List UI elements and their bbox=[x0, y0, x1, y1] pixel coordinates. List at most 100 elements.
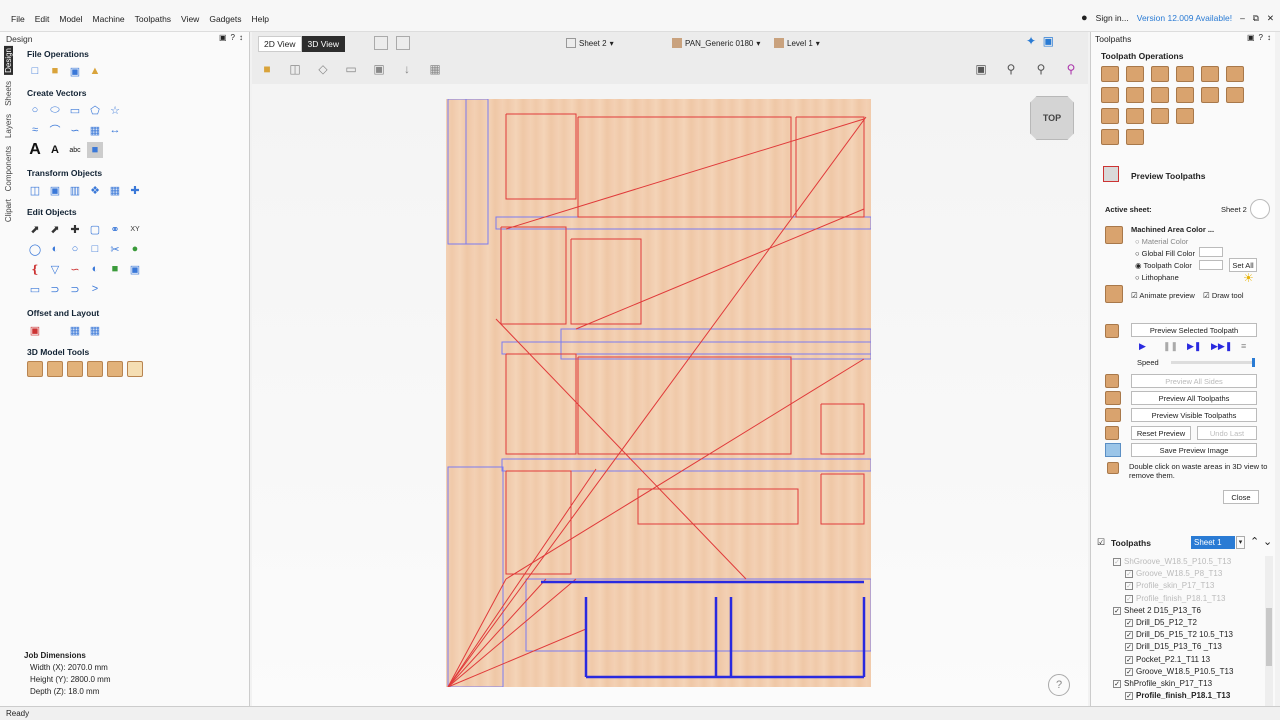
toolpath-color-picker[interactable] bbox=[1199, 260, 1223, 270]
wrap-icon[interactable] bbox=[1151, 108, 1169, 124]
model-tool-4-icon[interactable] bbox=[87, 361, 103, 377]
toolpath-visible-checkbox[interactable]: ✓ bbox=[1125, 667, 1133, 676]
menu-gadgets[interactable]: Gadgets bbox=[204, 14, 246, 24]
spline-icon[interactable]: ∽ bbox=[67, 261, 83, 277]
project-icon[interactable] bbox=[1126, 108, 1144, 124]
version-link[interactable]: Version 12.009 Available! bbox=[1137, 13, 1232, 23]
palette-icon[interactable] bbox=[1250, 199, 1270, 219]
trim-icon[interactable]: ▢ bbox=[87, 221, 103, 237]
skip-end-icon[interactable]: ▶▶❚ bbox=[1211, 341, 1232, 352]
new-job-icon[interactable]: □ bbox=[27, 63, 43, 79]
toolpath-row[interactable]: ✓ Pocket_P2.1_T11 13 bbox=[1095, 654, 1263, 666]
restore-icon[interactable]: ⧉ bbox=[1253, 13, 1259, 24]
prism-icon[interactable] bbox=[1126, 87, 1144, 103]
toolpath-row[interactable]: ✓ Groove_W18.5_P8_T13 bbox=[1095, 568, 1263, 580]
polyline-icon[interactable]: ≈ bbox=[27, 122, 43, 138]
pause-icon[interactable]: ❚❚ bbox=[1163, 341, 1178, 352]
toolpath-visible-checkbox[interactable]: ✓ bbox=[1125, 643, 1133, 652]
settings-icon[interactable]: ≡ bbox=[1241, 341, 1246, 351]
cube-view-icon[interactable]: ▣ bbox=[972, 60, 990, 78]
lithophane-option[interactable]: ○ Lithophane bbox=[1135, 273, 1179, 282]
components-view-icon[interactable]: ◫ bbox=[286, 60, 304, 78]
model-tool-2-icon[interactable] bbox=[47, 361, 63, 377]
3d-rough-icon[interactable] bbox=[1201, 66, 1219, 82]
move-down-icon[interactable]: ⌄ bbox=[1263, 535, 1272, 548]
menu-edit[interactable]: Edit bbox=[30, 14, 55, 24]
flat-view-icon[interactable]: ▭ bbox=[342, 60, 360, 78]
speed-slider[interactable] bbox=[1171, 358, 1255, 367]
menu-file[interactable]: File bbox=[6, 14, 30, 24]
node-edit-icon[interactable]: ⬈ bbox=[47, 221, 63, 237]
global-fill-option[interactable]: ○ Global Fill Color bbox=[1135, 249, 1195, 258]
vtab-design[interactable]: Design bbox=[4, 46, 13, 75]
offset-icon[interactable]: ▣ bbox=[27, 322, 43, 338]
menu-view[interactable]: View bbox=[176, 14, 204, 24]
moulding-icon[interactable] bbox=[1176, 87, 1194, 103]
texture-vector-icon[interactable]: ▦ bbox=[87, 122, 103, 138]
fillet-icon[interactable]: ● bbox=[127, 241, 143, 257]
toolpaths-scrollbar-thumb[interactable] bbox=[1266, 608, 1272, 666]
user-icon[interactable]: ● bbox=[1081, 12, 1088, 24]
toolpaths-scrollbar[interactable] bbox=[1265, 556, 1273, 706]
align-icon[interactable]: ▦ bbox=[107, 182, 123, 198]
save-preview-image-button[interactable]: Save Preview Image bbox=[1131, 443, 1257, 457]
toolpath-visible-checkbox[interactable]: ✓ bbox=[1113, 557, 1121, 566]
texture-icon[interactable] bbox=[1201, 87, 1219, 103]
arc-icon[interactable]: ⌒ bbox=[47, 122, 63, 138]
toolpath-visible-checkbox[interactable]: ✓ bbox=[1113, 679, 1121, 688]
vtab-clipart[interactable]: Clipart bbox=[4, 197, 13, 224]
solid-view-icon[interactable]: ■ bbox=[258, 60, 276, 78]
import-icon[interactable]: ▲ bbox=[87, 63, 103, 79]
animate-preview-checkbox[interactable]: ☑ Animate preview bbox=[1131, 291, 1195, 300]
pin-panel-icon[interactable]: ▣ bbox=[219, 33, 227, 42]
chevron-down-icon[interactable]: ▾ bbox=[1236, 536, 1245, 549]
preview-all-toolpaths-button[interactable]: Preview All Toolpaths bbox=[1131, 391, 1257, 405]
profile-toolpath-icon[interactable] bbox=[1101, 66, 1119, 82]
rotate-icon[interactable]: ▥ bbox=[67, 182, 83, 198]
close-icon[interactable]: ✕ bbox=[1267, 13, 1274, 24]
curve-fit-icon[interactable]: ⊃ bbox=[67, 281, 83, 297]
intersect-icon[interactable]: ○ bbox=[67, 241, 83, 257]
toolpath-visible-checkbox[interactable]: ✓ bbox=[1125, 692, 1133, 701]
toolpath-row[interactable]: ✓ Drill_D5_P12_T2 bbox=[1095, 617, 1263, 629]
preview-selected-button[interactable]: Preview Selected Toolpath bbox=[1131, 323, 1257, 337]
scissors-icon[interactable]: ✂ bbox=[107, 241, 123, 257]
subtract-icon[interactable]: ◐ bbox=[47, 241, 63, 257]
job-setup-icon[interactable]: ▣ bbox=[67, 63, 83, 79]
model-tool-5-icon[interactable] bbox=[107, 361, 123, 377]
zoom-icon[interactable]: ⚲ bbox=[1032, 60, 1050, 78]
close-button[interactable]: Close bbox=[1223, 490, 1259, 504]
toolpath-row[interactable]: ✓ Profile_finish_P18.1_T13 bbox=[1095, 690, 1263, 702]
toolpath-visible-checkbox[interactable]: ✓ bbox=[1125, 655, 1133, 664]
tab-3d-view[interactable]: 3D View bbox=[301, 36, 345, 52]
vtab-components[interactable]: Components bbox=[4, 144, 13, 193]
sheet-select-dropdown[interactable]: Sheet 1 bbox=[1191, 536, 1235, 549]
fluting-2-icon[interactable] bbox=[1176, 108, 1194, 124]
zoom-selection-icon[interactable]: ⚲ bbox=[1002, 60, 1020, 78]
autohide-icon[interactable]: ↕ bbox=[239, 33, 243, 42]
toolpath-visible-checkbox[interactable]: ✓ bbox=[1125, 582, 1133, 591]
set-all-button[interactable]: Set All bbox=[1229, 258, 1257, 272]
join-icon[interactable]: □ bbox=[87, 241, 103, 257]
sun-icon[interactable]: ☀ bbox=[1243, 271, 1254, 285]
3d-finish-icon[interactable] bbox=[1101, 108, 1119, 124]
inlay-icon[interactable] bbox=[1151, 87, 1169, 103]
global-fill-color-picker[interactable] bbox=[1199, 247, 1223, 257]
viewport-help-button[interactable]: ? bbox=[1048, 674, 1070, 696]
preview-toolpaths-icon[interactable] bbox=[1103, 166, 1119, 182]
material-selector[interactable]: PAN_Generic 0180 ▾ bbox=[672, 38, 760, 48]
view-cube[interactable]: TOP bbox=[1030, 96, 1074, 140]
level-selector[interactable]: Level 1 ▾ bbox=[774, 38, 820, 48]
polygon-icon[interactable]: ⬠ bbox=[87, 102, 103, 118]
ellipse-icon[interactable]: ⬭ bbox=[47, 102, 63, 118]
menu-help[interactable]: Help bbox=[246, 14, 273, 24]
array-icon[interactable]: ▦ bbox=[87, 322, 103, 338]
triangle-icon[interactable]: ▽ bbox=[47, 261, 63, 277]
speed-slider-handle[interactable] bbox=[1252, 358, 1255, 367]
undo-last-button[interactable]: Undo Last bbox=[1197, 426, 1257, 440]
tab-2d-view[interactable]: 2D View bbox=[258, 36, 302, 52]
center-icon[interactable]: ✚ bbox=[127, 182, 143, 198]
toolpath-visible-checkbox[interactable]: ✓ bbox=[1125, 631, 1133, 640]
help-icon[interactable]: ? bbox=[1259, 33, 1263, 42]
measure-icon[interactable]: ▣ bbox=[127, 261, 143, 277]
